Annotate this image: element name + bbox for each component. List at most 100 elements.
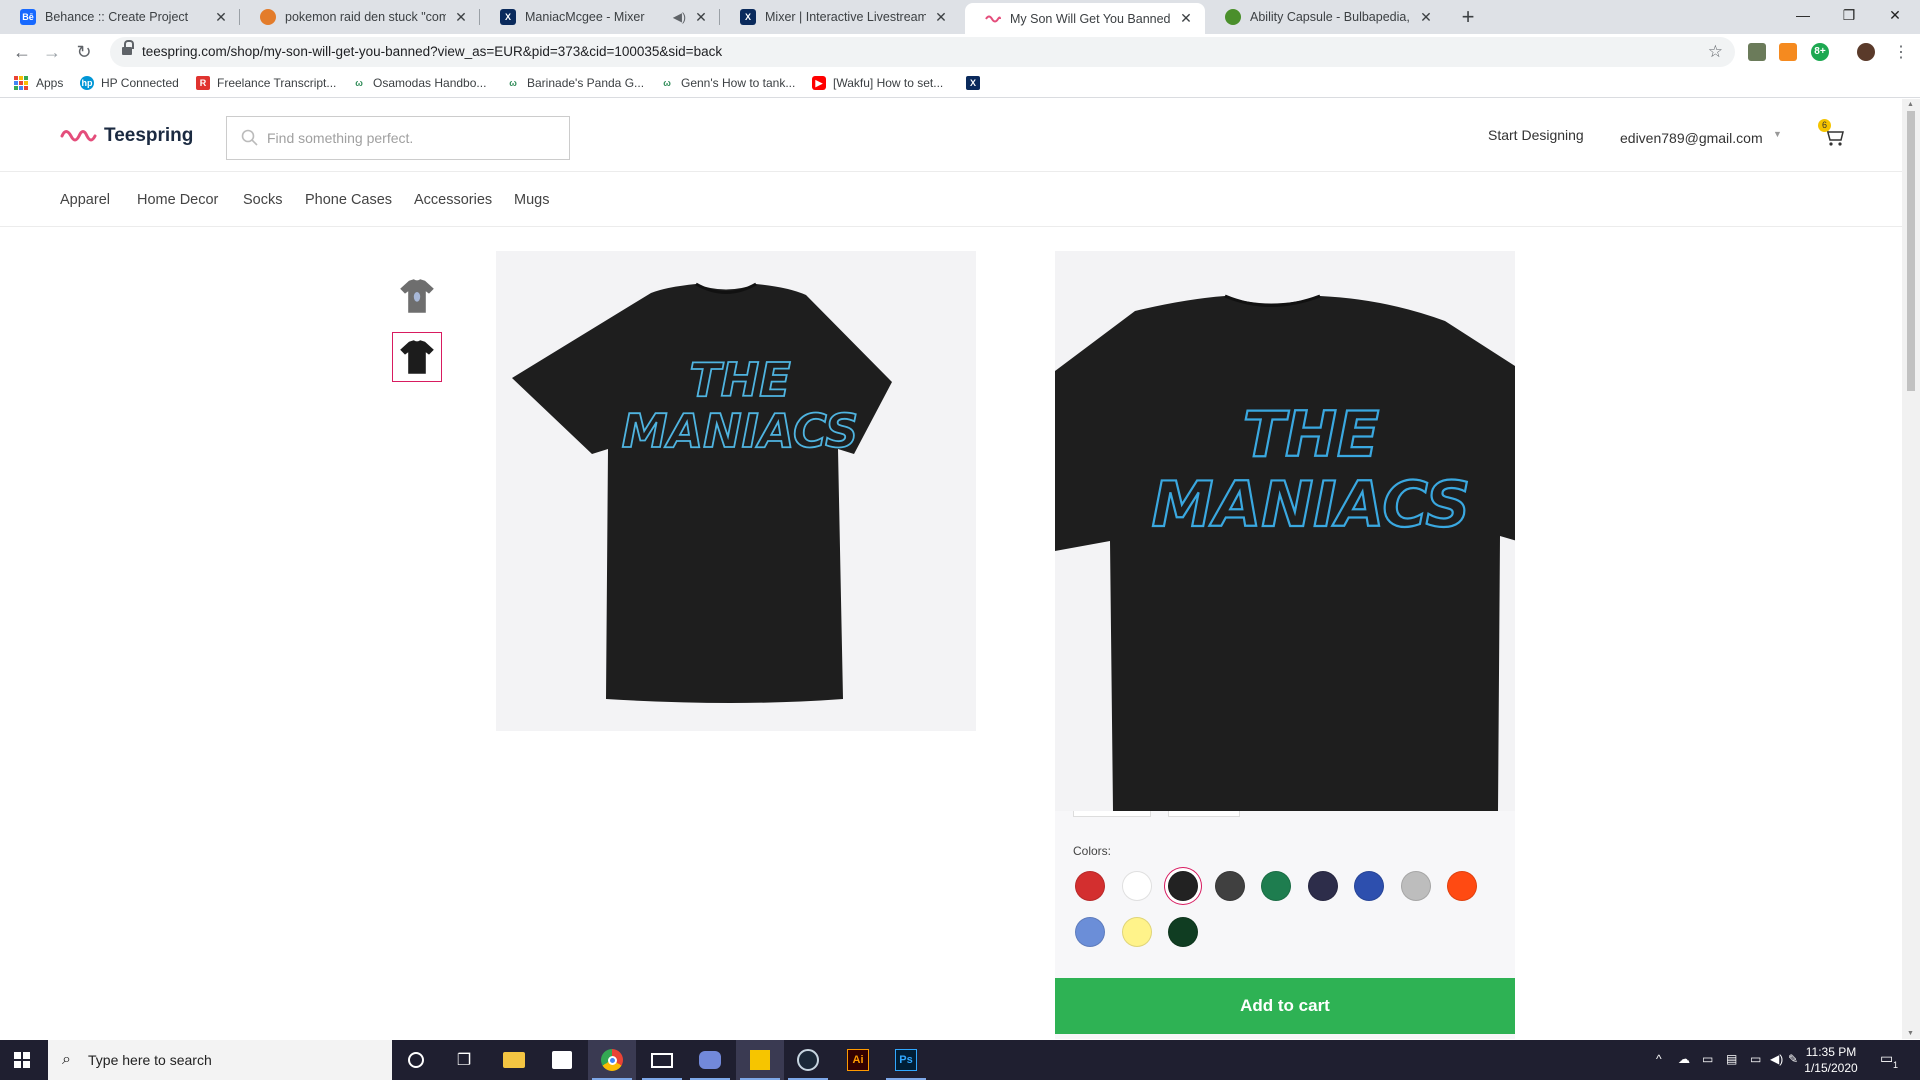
product-main-image[interactable]: THE MANIACS [496, 251, 976, 731]
bookmark-star-icon[interactable]: ☆ [1708, 42, 1723, 62]
minimize-button[interactable]: — [1780, 0, 1826, 30]
search-input[interactable] [267, 127, 557, 149]
color-swatch-white[interactable] [1121, 871, 1152, 901]
display-icon[interactable]: ▭ [1702, 1052, 1713, 1066]
nav-apparel[interactable]: Apparel [60, 192, 110, 208]
discord-icon[interactable] [686, 1040, 734, 1080]
new-tab-button[interactable]: + [1455, 4, 1481, 30]
photoshop-icon[interactable]: Ps [882, 1040, 930, 1080]
color-swatch-royal-blue[interactable] [1354, 871, 1384, 901]
tab-bulbapedia[interactable]: Ability Capsule - Bulbapedia, the ✕ [1205, 0, 1445, 34]
extension-icon[interactable] [1748, 43, 1766, 61]
network-icon[interactable]: ▤ [1726, 1052, 1737, 1066]
add-to-cart-button[interactable]: Add to cart [1055, 978, 1515, 1034]
menu-dots-icon[interactable]: ⋮ [1893, 42, 1909, 62]
tab-duckduckgo[interactable]: pokemon raid den stuck "commu ✕ [240, 0, 480, 34]
bookmark-label: Apps [36, 76, 64, 90]
tab-title: Mixer | Interactive Livestreaming [765, 10, 926, 24]
page-scrollbar[interactable]: ▲ ▼ [1902, 99, 1920, 1039]
close-icon[interactable]: ✕ [692, 9, 710, 26]
close-icon[interactable]: ✕ [1177, 10, 1195, 27]
onedrive-icon[interactable]: ☁ [1678, 1052, 1690, 1066]
bookmark-genn[interactable]: ω Genn's How to tank... [660, 76, 795, 90]
bookmark-freelance[interactable]: R Freelance Transcript... [196, 76, 336, 90]
bookmark-osamodas[interactable]: ω Osamodas Handbo... [352, 76, 486, 90]
scrollbar-thumb[interactable] [1907, 111, 1915, 391]
youtube-icon: ▶ [812, 76, 826, 90]
notifications-icon[interactable]: ▭ [1880, 1050, 1893, 1067]
bookmark-apps[interactable]: Apps [14, 76, 63, 90]
extension-icon[interactable] [1779, 43, 1797, 61]
color-swatch-orange[interactable] [1447, 871, 1477, 901]
mail-icon[interactable] [638, 1040, 686, 1080]
color-swatch-yellow[interactable] [1121, 917, 1152, 947]
close-icon[interactable]: ✕ [1417, 9, 1435, 26]
mixer-icon: X [740, 9, 756, 25]
nav-phone-cases[interactable]: Phone Cases [305, 192, 392, 208]
scroll-up-arrow-icon[interactable]: ▲ [1907, 101, 1914, 108]
tab-behance[interactable]: Bē Behance :: Create Project ✕ [0, 0, 240, 34]
chevron-up-icon[interactable]: ^ [1656, 1052, 1662, 1066]
color-swatch-light-grey[interactable] [1400, 871, 1431, 901]
color-swatch-black[interactable] [1168, 871, 1198, 901]
bookmark-mixer[interactable]: X [966, 76, 987, 90]
color-swatch-kelly-green[interactable] [1261, 871, 1291, 901]
taskbar-search[interactable]: ⌕ Type here to search [48, 1040, 392, 1080]
apps-grid-icon [14, 76, 28, 90]
sticky-notes-icon[interactable] [736, 1040, 784, 1080]
color-swatch-carolina-blue[interactable] [1075, 917, 1105, 947]
thumbnail-back-selected[interactable] [392, 332, 442, 382]
duckduckgo-icon [260, 9, 276, 25]
close-icon[interactable]: ✕ [932, 9, 950, 26]
bookmark-barinade[interactable]: ω Barinade's Panda G... [506, 76, 644, 90]
site-search[interactable] [226, 116, 570, 160]
url-text[interactable]: teespring.com/shop/my-son-will-get-you-b… [142, 44, 722, 59]
pen-icon[interactable]: ✎ [1788, 1052, 1798, 1066]
nav-accessories[interactable]: Accessories [414, 192, 492, 208]
taskbar-clock[interactable]: 11:35 PM 1/15/2020 [1800, 1044, 1862, 1076]
battery-icon[interactable]: ▭ [1750, 1052, 1761, 1066]
color-swatch-dark-heather[interactable] [1214, 871, 1245, 901]
color-swatch-red[interactable] [1075, 871, 1105, 901]
steam-icon[interactable] [784, 1040, 832, 1080]
restore-button[interactable]: ❐ [1826, 0, 1872, 30]
windows-start-icon[interactable] [14, 1052, 30, 1068]
task-view-icon[interactable]: ❐ [440, 1040, 488, 1080]
close-icon[interactable]: ✕ [452, 9, 470, 26]
notification-count: 1 [1893, 1060, 1899, 1070]
bookmarks-bar: Apps hp HP Connected R Freelance Transcr… [0, 70, 1920, 98]
bookmark-label: Osamodas Handbo... [373, 76, 487, 90]
teespring-logo[interactable]: Teespring [60, 125, 193, 147]
color-swatch-navy[interactable] [1307, 871, 1338, 901]
start-designing-link[interactable]: Start Designing [1488, 127, 1584, 143]
address-bar[interactable]: teespring.com/shop/my-son-will-get-you-b… [110, 37, 1735, 67]
file-explorer-icon[interactable] [490, 1040, 538, 1080]
scroll-down-arrow-icon[interactable]: ▼ [1907, 1030, 1914, 1037]
chevron-down-icon[interactable]: ▼ [1773, 129, 1782, 139]
tab-teespring-active[interactable]: My Son Will Get You Banned Pro ✕ [965, 3, 1205, 34]
shirt-print-the: THE [689, 353, 790, 407]
volume-icon[interactable]: ◀) [1770, 1052, 1783, 1066]
reload-button[interactable]: ↻ [70, 38, 98, 66]
color-swatch-forest-green[interactable] [1168, 917, 1198, 947]
illustrator-icon[interactable]: Ai [834, 1040, 882, 1080]
nav-home-decor[interactable]: Home Decor [137, 192, 218, 208]
account-email[interactable]: ediven789@gmail.com [1620, 130, 1763, 146]
close-icon[interactable]: ✕ [212, 9, 230, 26]
close-window-button[interactable]: ✕ [1872, 0, 1918, 30]
back-button[interactable]: ← [8, 38, 36, 66]
profile-avatar[interactable] [1857, 43, 1875, 61]
extension-badge-icon[interactable]: 8+ [1811, 43, 1829, 61]
bookmark-wakfu-youtube[interactable]: ▶ [Wakfu] How to set... [812, 76, 943, 90]
tab-maniacmcgee-mixer[interactable]: X ManiacMcgee - Mixer ◀) ✕ [480, 0, 720, 34]
thumbnail-front[interactable] [392, 271, 442, 321]
nav-mugs[interactable]: Mugs [514, 192, 549, 208]
chrome-icon[interactable] [588, 1040, 636, 1080]
tab-mixer[interactable]: X Mixer | Interactive Livestreaming ✕ [720, 0, 960, 34]
forward-button[interactable]: → [38, 38, 66, 66]
cortana-icon[interactable] [392, 1040, 440, 1080]
nav-socks[interactable]: Socks [243, 192, 283, 208]
bookmark-hp-connected[interactable]: hp HP Connected [80, 76, 179, 90]
store-icon[interactable] [538, 1040, 586, 1080]
speaker-icon[interactable]: ◀) [673, 10, 686, 24]
